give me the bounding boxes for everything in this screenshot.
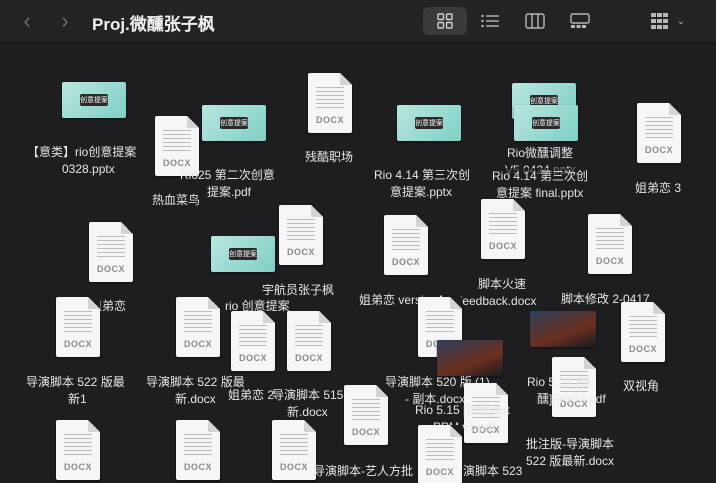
file-label[interactable]: Rio微醺调整 <box>507 145 573 161</box>
file-label[interactable]: 脚本火速 <box>478 276 526 292</box>
pdf-video-thumbnail[interactable] <box>530 311 596 347</box>
gallery-view-icon <box>570 13 590 28</box>
file-label[interactable]: Rio 5.15 [微醺]1st <box>415 402 510 418</box>
file-thumbnail[interactable]: 创意提案 <box>514 105 578 141</box>
docx-tag: DOCX <box>294 353 323 363</box>
file-label[interactable]: 522 版最新.docx <box>526 453 614 469</box>
file-label[interactable]: 热血菜鸟 <box>152 192 200 208</box>
file-label[interactable]: 导演脚本 522 版最 <box>26 374 125 390</box>
docx-tag: DOCX <box>315 115 344 125</box>
icon-view-button[interactable] <box>423 7 467 35</box>
file-label[interactable]: 意提案.pptx <box>390 184 452 200</box>
grid-view-icon <box>437 13 453 29</box>
docx-tag: DOCX <box>238 353 267 363</box>
docx-file-icon[interactable]: DOCX <box>56 420 100 480</box>
docx-file-icon[interactable]: DOCX <box>588 214 632 274</box>
docx-tag: DOCX <box>286 247 315 257</box>
column-view-icon <box>525 13 545 29</box>
gallery-view-button[interactable] <box>560 7 600 35</box>
file-canvas: 创意提案 【意类】rio创意提案 0328.pptx DOCX 热血菜鸟 创意提… <box>0 43 716 483</box>
docx-file-icon[interactable]: DOCX <box>418 425 462 483</box>
docx-file-icon[interactable]: DOCX <box>231 311 275 371</box>
docx-file-icon[interactable]: DOCX <box>637 103 681 163</box>
thumbnail-text: 创意提案 <box>532 117 560 129</box>
file-label[interactable]: 姐弟恋 2 <box>228 387 274 403</box>
thumbnail-text: 创意提案 <box>229 248 257 260</box>
list-view-icon <box>481 14 499 28</box>
docx-tag: DOCX <box>391 257 420 267</box>
docx-tag: DOCX <box>63 339 92 349</box>
group-by-icon <box>650 13 668 29</box>
file-thumbnail[interactable]: 创意提案 <box>202 105 266 141</box>
docx-tag: DOCX <box>351 427 380 437</box>
file-thumbnail[interactable]: 创意提案 <box>211 236 275 272</box>
group-by-button[interactable]: ⌄ <box>640 7 696 35</box>
docx-file-icon[interactable]: DOCX <box>621 302 665 362</box>
file-thumbnail[interactable]: 创意提案 <box>62 82 126 118</box>
file-label[interactable]: 新1 <box>68 391 87 407</box>
chevron-down-icon: ⌄ <box>676 15 686 27</box>
docx-file-icon[interactable]: DOCX <box>287 311 331 371</box>
docx-file-icon[interactable]: DOCX <box>344 385 388 445</box>
thumbnail-text: 创意提案 <box>220 117 248 129</box>
list-view-button[interactable] <box>470 7 510 35</box>
docx-tag: DOCX <box>183 462 212 472</box>
file-label[interactable]: 醺]FPPM.pdf <box>537 391 606 407</box>
file-label[interactable]: 宇航员张子枫 <box>262 282 334 298</box>
thumbnail-text: 创意提案 <box>415 117 443 129</box>
docx-tag: DOCX <box>628 344 657 354</box>
docx-tag: DOCX <box>183 339 212 349</box>
file-label[interactable]: 演脚本 523 <box>463 463 522 479</box>
back-button[interactable]: ‹ <box>14 8 40 34</box>
file-label[interactable]: 新.docx <box>175 391 216 407</box>
docx-file-icon[interactable]: DOCX <box>89 222 133 282</box>
docx-file-icon[interactable]: DOCX <box>279 205 323 265</box>
file-label[interactable]: 提案.pdf <box>207 184 251 200</box>
finder-toolbar: ‹ › Proj.微醺张子枫 ⌄ <box>0 0 716 43</box>
docx-file-icon[interactable]: DOCX <box>176 420 220 480</box>
file-thumbnail[interactable]: 创意提案 <box>397 105 461 141</box>
docx-file-icon[interactable]: DOCX <box>56 297 100 357</box>
window-title: Proj.微醺张子枫 <box>92 15 215 34</box>
docx-tag: DOCX <box>595 256 624 266</box>
docx-tag: DOCX <box>63 462 92 472</box>
file-label[interactable]: 导演脚本-艺人方批 <box>313 463 413 479</box>
file-label[interactable]: 姐弟恋 3 <box>635 180 681 196</box>
chevron-right-icon: › <box>61 8 69 33</box>
docx-file-icon[interactable]: DOCX <box>481 199 525 259</box>
docx-tag: DOCX <box>425 467 454 477</box>
docx-tag: DOCX <box>96 264 125 274</box>
docx-tag: DOCX <box>644 145 673 155</box>
file-label[interactable]: 导演脚本 515 <box>272 387 343 403</box>
file-label[interactable]: Rio 4.14 第三次创 <box>374 167 470 183</box>
file-label[interactable]: feedback.docx <box>459 293 536 309</box>
chevron-left-icon: ‹ <box>23 8 31 33</box>
docx-tag: DOCX <box>488 241 517 251</box>
docx-file-icon[interactable]: DOCX <box>272 420 316 480</box>
docx-file-icon[interactable]: DOCX <box>308 73 352 133</box>
file-label[interactable]: 0328.pptx <box>62 161 115 177</box>
file-label[interactable]: 双视角 <box>623 378 659 394</box>
forward-button[interactable]: › <box>52 8 78 34</box>
file-label[interactable]: Rio 4.14 第三次创 <box>492 168 589 184</box>
thumbnail-text: 创意提案 <box>80 94 108 106</box>
file-label[interactable]: 【意类】rio创意提案 <box>27 144 136 160</box>
docx-tag: DOCX <box>279 462 308 472</box>
docx-file-icon[interactable]: DOCX <box>384 215 428 275</box>
docx-file-icon[interactable]: DOCX <box>176 297 220 357</box>
file-label[interactable]: 残酷职场 <box>305 149 353 165</box>
pdf-video-thumbnail[interactable] <box>437 340 503 376</box>
file-label[interactable]: 新.docx <box>287 404 328 420</box>
column-view-button[interactable] <box>515 7 555 35</box>
file-label[interactable]: 批注版-导演脚本 <box>526 436 614 452</box>
file-label[interactable]: Rio25 第二次创意 <box>180 167 275 183</box>
file-label[interactable]: Rio 5.21 [微 <box>527 374 590 390</box>
